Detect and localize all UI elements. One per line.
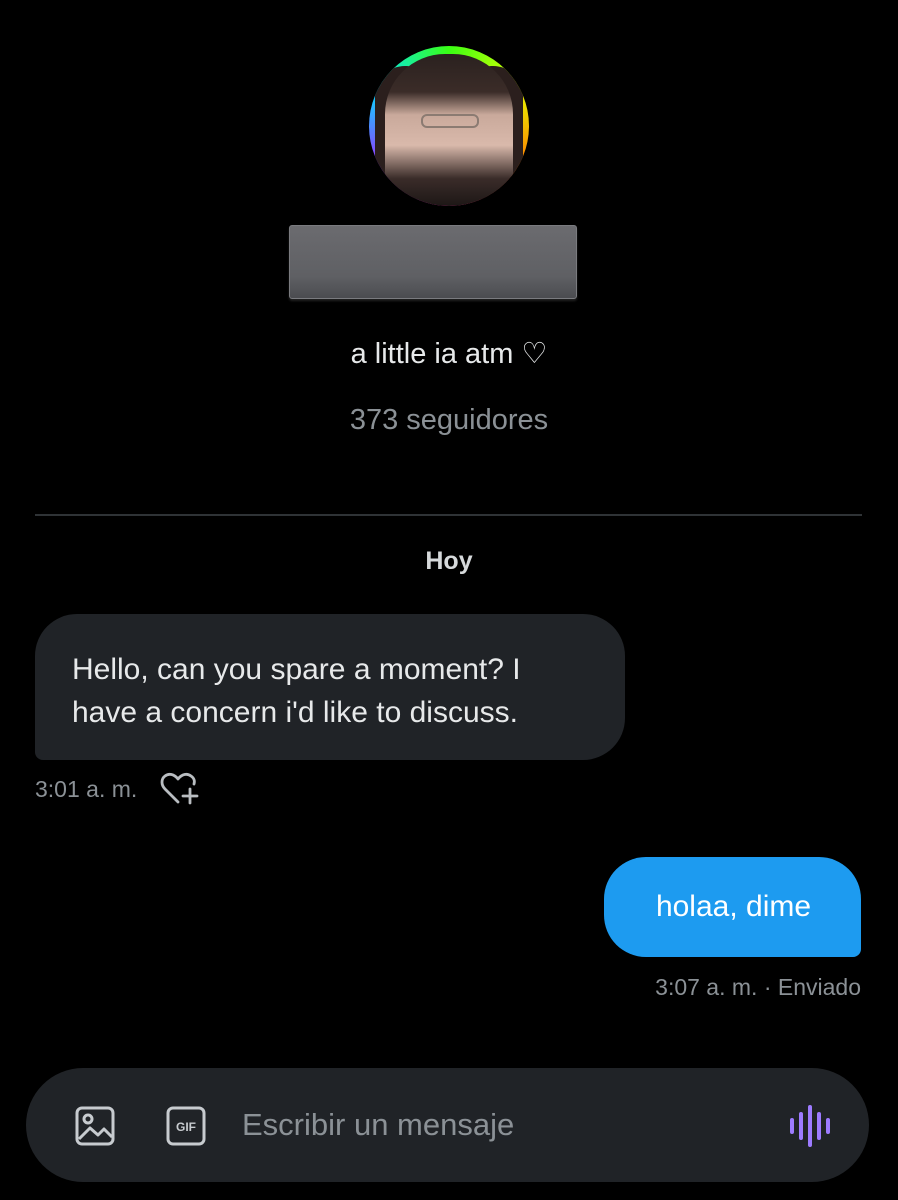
message-composer: GIF xyxy=(26,1068,869,1182)
redacted-name-box xyxy=(289,225,577,299)
incoming-message-time: 3:01 a. m. xyxy=(35,776,138,802)
follower-count[interactable]: 373 seguidores xyxy=(0,404,898,437)
incoming-message-bubble[interactable]: Hello, can you spare a moment? I have a … xyxy=(35,614,625,760)
voice-message-icon[interactable] xyxy=(788,1104,832,1148)
day-separator: Hoy xyxy=(425,547,473,575)
message-input[interactable] xyxy=(242,1096,762,1154)
outgoing-message-status: 3:07 a. m. · Enviado xyxy=(655,974,861,1000)
gif-icon[interactable]: GIF xyxy=(165,1105,207,1147)
gif-label: GIF xyxy=(176,1120,196,1134)
image-icon[interactable] xyxy=(74,1105,116,1147)
profile-bio: a little ia atm ♡ xyxy=(350,338,548,370)
add-reaction-icon[interactable] xyxy=(160,772,202,806)
avatar[interactable] xyxy=(369,46,529,206)
divider xyxy=(35,514,862,516)
outgoing-message-bubble[interactable]: holaa, dime xyxy=(604,857,861,957)
